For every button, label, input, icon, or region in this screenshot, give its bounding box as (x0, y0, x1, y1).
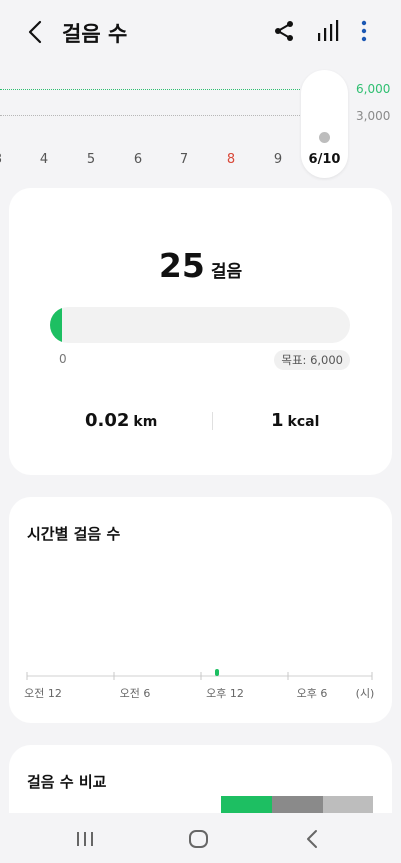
hour-label: 오전 12 (24, 687, 62, 700)
calories-unit: kcal (287, 414, 320, 430)
compare-title: 걸음 수 비교 (27, 773, 107, 791)
day-label[interactable]: 6 (134, 152, 142, 167)
system-nav-bar (0, 813, 401, 863)
calories-stat: 1 kcal (271, 410, 319, 431)
weekly-steps-strip[interactable]: 6,000 3,000 3 4 5 6 7 8 9 6/10 (0, 62, 401, 180)
steps-unit: 걸음 (210, 262, 243, 282)
hour-unit-label: (시) (355, 687, 375, 700)
selected-day-dot (319, 132, 330, 143)
back-arrow-icon[interactable] (24, 18, 48, 46)
mid-axis-label: 3,000 (356, 109, 391, 123)
steps-count: 25 걸음 (9, 246, 392, 285)
day-label[interactable]: 5 (87, 152, 95, 167)
distance-unit: km (133, 414, 158, 430)
goal-axis-label: 6,000 (356, 82, 391, 96)
selected-day-pill[interactable]: 6/10 (301, 70, 348, 178)
stat-divider (212, 412, 213, 430)
progress-start-label: 0 (59, 352, 67, 366)
stats-icon[interactable] (314, 18, 340, 44)
mid-gridline (0, 115, 300, 116)
day-label[interactable]: 3 (0, 152, 2, 167)
selected-day-label: 6/10 (308, 152, 341, 167)
goal-badge: 목표: 6,000 (274, 350, 350, 370)
more-vertical-icon[interactable] (351, 18, 377, 44)
hour-label: 오전 6 (119, 687, 151, 700)
distance-value: 0.02 (85, 410, 130, 431)
day-label[interactable]: 9 (274, 152, 282, 167)
steps-progress-fill (50, 307, 62, 343)
share-icon[interactable] (271, 18, 297, 44)
hour-label: 오후 6 (296, 687, 328, 700)
hourly-steps-card[interactable]: 시간별 걸음 수 오전 12 오전 6 오후 12 오후 6 (시) (9, 497, 392, 723)
home-icon[interactable] (186, 828, 212, 850)
day-label[interactable]: 4 (40, 152, 48, 167)
recent-apps-icon[interactable] (72, 828, 98, 850)
steps-summary-card: 25 걸음 0 목표: 6,000 0.02 km 1 kcal (9, 188, 392, 475)
steps-progress-bar (50, 307, 350, 343)
day-label-weekend[interactable]: 8 (227, 152, 235, 167)
distance-stat: 0.02 km (85, 410, 157, 431)
calories-value: 1 (271, 410, 284, 431)
back-nav-icon[interactable] (300, 828, 326, 850)
steps-value: 25 (158, 246, 205, 285)
hourly-axis-labels: 오전 12 오전 6 오후 12 오후 6 (시) (24, 672, 375, 702)
app-header: 걸음 수 (0, 0, 401, 62)
hour-label: 오후 12 (206, 687, 244, 700)
page-title: 걸음 수 (62, 22, 128, 46)
day-label[interactable]: 7 (180, 152, 188, 167)
goal-gridline (0, 89, 300, 90)
